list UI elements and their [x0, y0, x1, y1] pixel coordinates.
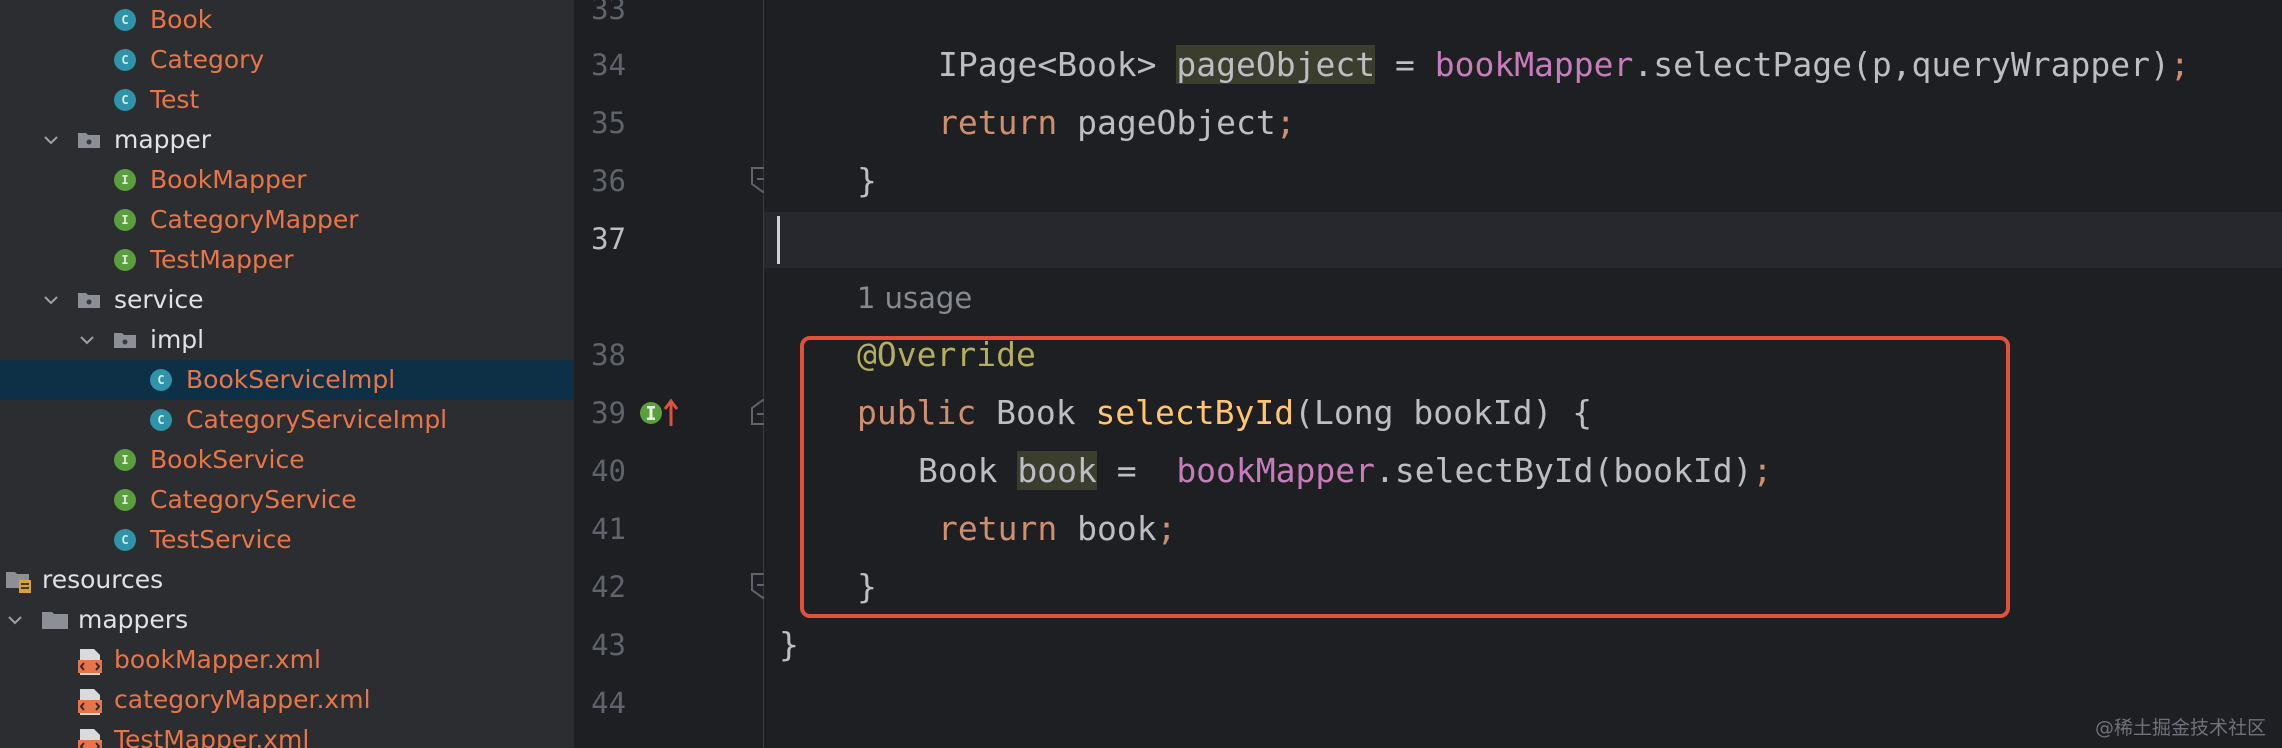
implements-method-icon[interactable]: [638, 398, 680, 428]
chevron-down-icon[interactable]: [4, 609, 26, 631]
ide-window: C Book C Category C Test mapper I BookMa…: [0, 0, 2282, 748]
class-icon: C: [113, 528, 137, 552]
xml-file-icon: [77, 688, 102, 715]
interface-icon: I: [113, 248, 137, 272]
tree-item-label: resources: [42, 565, 164, 594]
chevron-down-icon[interactable]: [40, 289, 62, 311]
watermark: @稀土掘金技术社区: [2094, 717, 2266, 739]
tree-item-mappers[interactable]: mappers: [0, 600, 574, 640]
line-number: 35: [591, 106, 626, 140]
code-line-43[interactable]: }: [779, 625, 799, 664]
code-line-35[interactable]: return pageObject;: [938, 103, 1296, 142]
interface-icon: I: [113, 168, 137, 192]
line-number: 39: [591, 396, 626, 430]
tree-item-label: BookMapper: [150, 165, 307, 194]
usages-inlay-hint[interactable]: 1 usage: [857, 281, 972, 315]
tree-item-category[interactable]: C Category: [0, 40, 574, 80]
package-folder-icon: [77, 288, 101, 312]
tree-item-categoryserviceimpl[interactable]: C CategoryServiceImpl: [0, 400, 574, 440]
chevron-down-icon[interactable]: [40, 129, 62, 151]
tree-item-testservice[interactable]: C TestService: [0, 520, 574, 560]
folder-icon: [41, 608, 68, 632]
resources-folder-icon: [5, 568, 31, 593]
tree-item-categorymapper-xml[interactable]: categoryMapper.xml: [0, 680, 574, 720]
line-number: 43: [591, 628, 626, 662]
code-token: =: [1375, 45, 1435, 84]
tree-item-bookservice[interactable]: I BookService: [0, 440, 574, 480]
tree-item-label: TestMapper: [150, 245, 294, 274]
tree-item-label: mapper: [114, 125, 212, 154]
tree-item-label: bookMapper.xml: [114, 645, 321, 674]
tree-item-categorymapper[interactable]: I CategoryMapper: [0, 200, 574, 240]
xml-file-icon: [77, 648, 102, 675]
line-number: 36: [591, 164, 626, 198]
interface-icon: I: [113, 208, 137, 232]
project-tree: C Book C Category C Test mapper I BookMa…: [0, 0, 574, 748]
line-number: 40: [591, 454, 626, 488]
highlight-box: [800, 336, 2010, 618]
line-number: 34: [591, 48, 626, 82]
tree-item-label: BookServiceImpl: [186, 365, 396, 394]
code-line-36[interactable]: }: [857, 161, 877, 200]
tree-item-testmapper[interactable]: I TestMapper: [0, 240, 574, 280]
code-token: .selectPage(p,queryWrapper): [1633, 45, 2170, 84]
chevron-down-icon[interactable]: [76, 329, 98, 351]
interface-icon: I: [113, 448, 137, 472]
code-token: ;: [2169, 45, 2190, 84]
line-number: 38: [591, 338, 626, 372]
tree-item-label: TestMapper.xml: [114, 725, 310, 748]
tree-item-label: CategoryService: [150, 485, 357, 514]
tree-item-label: CategoryMapper: [150, 205, 359, 234]
package-folder-icon: [77, 128, 101, 152]
code-token-field: bookMapper: [1434, 45, 1634, 84]
xml-file-icon: [77, 728, 102, 748]
code-token: IPage<Book>: [938, 45, 1177, 84]
tree-item-label: service: [114, 285, 204, 314]
code-token: pageObject: [1057, 103, 1276, 142]
code-token-keyword: return: [938, 103, 1058, 142]
tree-item-label: BookService: [150, 445, 305, 474]
class-icon: C: [149, 368, 173, 392]
tree-item-testmapper-xml[interactable]: TestMapper.xml: [0, 720, 574, 748]
line-number: 33: [591, 0, 626, 26]
tree-item-impl[interactable]: impl: [0, 320, 574, 360]
tree-item-label: impl: [150, 325, 205, 354]
current-line-highlight: [764, 212, 2282, 268]
tree-item-categoryservice[interactable]: I CategoryService: [0, 480, 574, 520]
code-token-highlighted: pageObject: [1176, 45, 1376, 84]
class-icon: C: [149, 408, 173, 432]
tree-item-book[interactable]: C Book: [0, 0, 574, 40]
code-token: ;: [1275, 103, 1296, 142]
tree-item-label: CategoryServiceImpl: [186, 405, 448, 434]
tree-item-mapper[interactable]: mapper: [0, 120, 574, 160]
line-number: 41: [591, 512, 626, 546]
tree-item-label: Category: [150, 45, 265, 74]
class-icon: C: [113, 48, 137, 72]
tree-item-label: Test: [150, 85, 200, 114]
class-icon: C: [113, 88, 137, 112]
line-number-current: 37: [591, 222, 626, 256]
tree-item-label: categoryMapper.xml: [114, 685, 371, 714]
text-cursor: [777, 216, 780, 264]
tree-item-test[interactable]: C Test: [0, 80, 574, 120]
tree-item-label: mappers: [78, 605, 189, 634]
tree-item-resources[interactable]: resources: [0, 560, 574, 600]
package-folder-icon: [113, 328, 137, 352]
tree-item-bookserviceimpl[interactable]: C BookServiceImpl: [0, 360, 574, 400]
tree-item-label: TestService: [150, 525, 292, 554]
tree-item-label: Book: [150, 5, 213, 34]
tree-item-bookmapper-xml[interactable]: bookMapper.xml: [0, 640, 574, 680]
code-line-34[interactable]: IPage<Book> pageObject = bookMapper.sele…: [938, 45, 2190, 84]
line-number: 42: [591, 570, 626, 604]
interface-icon: I: [113, 488, 137, 512]
class-icon: C: [113, 8, 137, 32]
tree-item-bookmapper[interactable]: I BookMapper: [0, 160, 574, 200]
line-number: 44: [591, 686, 626, 720]
tree-item-service[interactable]: service: [0, 280, 574, 320]
